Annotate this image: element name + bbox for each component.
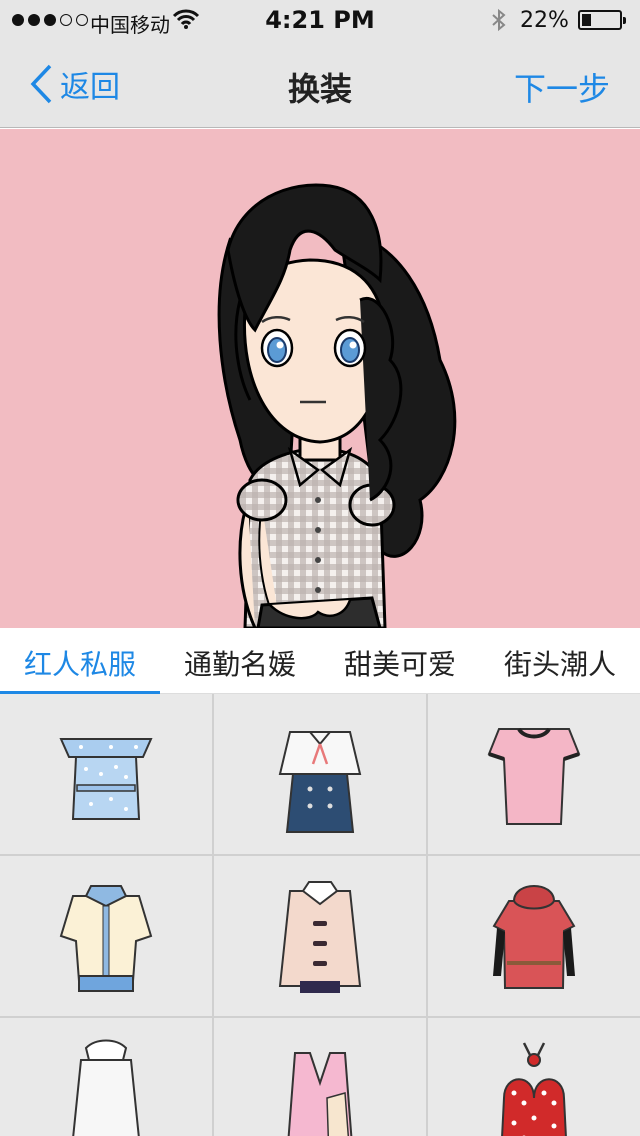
blue-polka-ruffle-dress-icon [59,738,153,820]
outfit-item[interactable] [0,694,212,854]
red-polka-halter-top-icon [501,1042,567,1136]
outfit-item[interactable] [0,1018,212,1136]
next-step-button[interactable]: 下一步 [514,64,610,110]
outfit-item[interactable] [0,856,212,1016]
pink-sleeveless-dress-icon [287,1052,353,1136]
beige-toggle-cardigan-icon [278,881,362,993]
bluetooth-icon [492,8,506,32]
outfit-item[interactable] [214,694,426,854]
outfit-item[interactable] [428,856,640,1016]
red-hooded-dress-icon [492,885,576,989]
back-label: 返回 [60,70,120,105]
white-blouse-navy-skirt-icon [278,731,362,833]
avatar-character [217,183,457,628]
tab-sweet-cute[interactable]: 甜美可爱 [320,628,480,694]
category-tabs: 红人私服 通勤名媛 甜美可爱 街头潮人 [0,628,640,695]
battery-icon [578,10,626,30]
outfit-grid [0,694,640,1136]
avatar-preview [0,129,640,628]
back-button[interactable]: 返回 [30,62,120,106]
outfit-item[interactable] [214,1018,426,1136]
white-ruffle-neck-top-icon [72,1039,140,1136]
tab-street-trendy[interactable]: 街头潮人 [480,628,640,694]
status-bar: 中国移动 4:21 PM 22% [0,0,640,40]
outfit-item[interactable] [214,856,426,1016]
tab-commuter-elegant[interactable]: 通勤名媛 [160,628,320,694]
navigation-bar: 返回 换装 下一步 [0,40,640,128]
battery-percentage: 22% [520,8,569,33]
pink-tshirt-dress-icon [487,727,581,825]
outfit-item[interactable] [428,694,640,854]
tab-wanghong-casual[interactable]: 红人私服 [0,628,160,695]
cream-collar-blouse-icon [59,885,153,992]
chevron-left-icon [30,64,52,104]
outfit-item[interactable] [428,1018,640,1136]
